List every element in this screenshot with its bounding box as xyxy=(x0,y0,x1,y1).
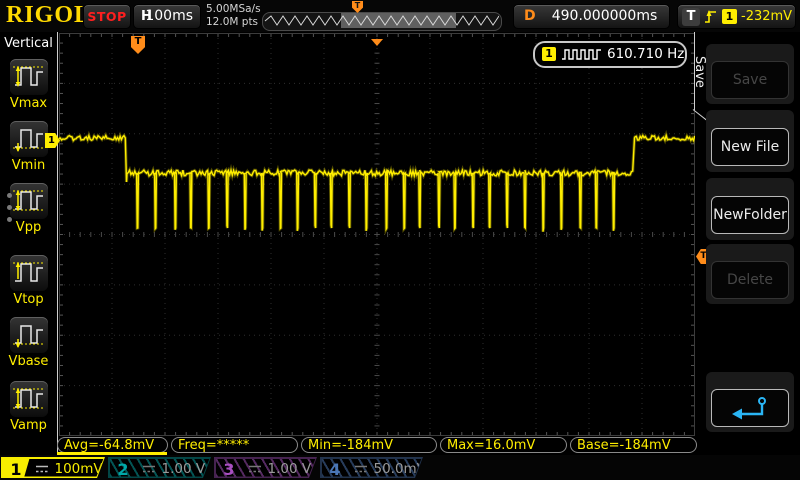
channel-2-scale: 1.00 V xyxy=(162,459,198,480)
top-status-bar: RIGOL STOP H 100ms 5.00MSa/s 12.0M pts T… xyxy=(0,0,800,32)
channel-1-scale: 100mV xyxy=(55,459,92,480)
menu-item-label: Vamp xyxy=(0,418,57,433)
vamp-icon xyxy=(10,381,48,417)
frequency-counter: 1 610.710 Hz xyxy=(533,41,687,68)
page-dot-icon xyxy=(7,205,12,210)
delay-box: D 490.000000ms xyxy=(513,4,670,29)
page-dot-icon xyxy=(7,217,12,222)
vmax-icon xyxy=(10,59,48,95)
page-dot-icon xyxy=(7,193,12,198)
channel-4-inner: 4 50.0mV xyxy=(322,459,422,477)
horizontal-position-marker-icon[interactable] xyxy=(371,39,383,46)
oscilloscope-screen: RIGOL STOP H 100ms 5.00MSa/s 12.0M pts T… xyxy=(0,0,800,480)
left-menu-title: Vertical xyxy=(0,36,57,51)
timebase-value: 100ms xyxy=(145,5,193,28)
ch1-waveform-trace xyxy=(59,33,695,436)
menu-item-label: Vtop xyxy=(0,292,57,307)
dc-coupling-icon xyxy=(142,463,156,475)
vmin-icon xyxy=(10,121,48,157)
menu-tab-save: Save xyxy=(692,56,707,88)
memory-depth: 12.0M pts xyxy=(206,16,261,29)
menu-item-label: Vmax xyxy=(0,96,57,111)
vtop-icon xyxy=(10,255,48,291)
dc-coupling-icon xyxy=(35,463,49,475)
waveform-display xyxy=(59,33,695,436)
menu-item-label: Vpp xyxy=(0,220,57,235)
dc-coupling-icon xyxy=(248,463,262,475)
measurement-avg[interactable]: Avg=-64.8mV xyxy=(57,437,168,453)
delay-value: 490.000000ms xyxy=(546,5,663,28)
channel-3-box[interactable]: 3 1.00 V xyxy=(214,457,317,478)
channel-4-scale: 50.0mV xyxy=(374,459,410,480)
measurement-freq[interactable]: Freq=***** xyxy=(171,437,298,453)
trigger-source-badge: 1 xyxy=(722,9,737,24)
channel-3-inner: 3 1.00 V xyxy=(216,459,316,477)
square-wave-icon xyxy=(561,48,603,60)
trigger-level-value: -232mV xyxy=(741,5,792,28)
vpp-icon xyxy=(10,183,48,219)
return-arrow-icon xyxy=(729,395,771,421)
channel-3-scale: 1.00 V xyxy=(268,459,304,480)
rising-edge-icon xyxy=(704,8,718,25)
frequency-value: 610.710 Hz xyxy=(607,43,684,65)
timebase-box: H 100ms xyxy=(133,4,201,29)
channel-2-box[interactable]: 2 1.00 V xyxy=(108,457,211,478)
menu-item-label: Vbase xyxy=(0,354,57,369)
measurement-base[interactable]: Base=-184mV xyxy=(570,437,697,453)
left-menu-separator xyxy=(57,32,58,455)
new-file-button[interactable]: New File xyxy=(711,128,789,166)
measurement-max[interactable]: Max=16.0mV xyxy=(440,437,567,453)
channel-4-number: 4 xyxy=(322,459,349,480)
channel-1-inner: 1 100mV xyxy=(3,459,104,477)
sample-rate: 5.00MSa/s xyxy=(206,3,261,16)
back-button[interactable] xyxy=(711,389,789,427)
new-folder-button[interactable]: NewFolder xyxy=(711,196,789,234)
brand-logo: RIGOL xyxy=(6,2,91,29)
delete-button[interactable]: Delete xyxy=(711,261,789,299)
trigger-box: T 1 -232mV xyxy=(677,4,796,29)
vbase-icon xyxy=(10,317,48,353)
memory-position-bar xyxy=(262,12,502,31)
memory-waveform-icon xyxy=(263,13,499,28)
counter-channel-badge: 1 xyxy=(542,47,556,61)
channel-2-number: 2 xyxy=(110,459,137,480)
menu-item-label: Vmin xyxy=(0,158,57,173)
run-state-badge: STOP xyxy=(83,4,131,29)
trigger-label: T xyxy=(682,8,700,26)
save-button[interactable]: Save xyxy=(711,61,789,99)
delay-label: D xyxy=(524,5,536,28)
channel-4-box[interactable]: 4 50.0mV xyxy=(320,457,423,478)
channel-3-number: 3 xyxy=(216,459,243,480)
channel-1-number: 1 xyxy=(3,459,30,480)
channel-status-bar: 1 100mV 2 1.00 V 3 xyxy=(0,455,800,480)
channel-1-box[interactable]: 1 100mV xyxy=(1,457,105,478)
measurement-min[interactable]: Min=-184mV xyxy=(301,437,437,453)
channel-2-inner: 2 1.00 V xyxy=(110,459,210,477)
dc-coupling-icon xyxy=(354,463,368,475)
sample-rate-readout: 5.00MSa/s 12.0M pts xyxy=(206,3,261,29)
